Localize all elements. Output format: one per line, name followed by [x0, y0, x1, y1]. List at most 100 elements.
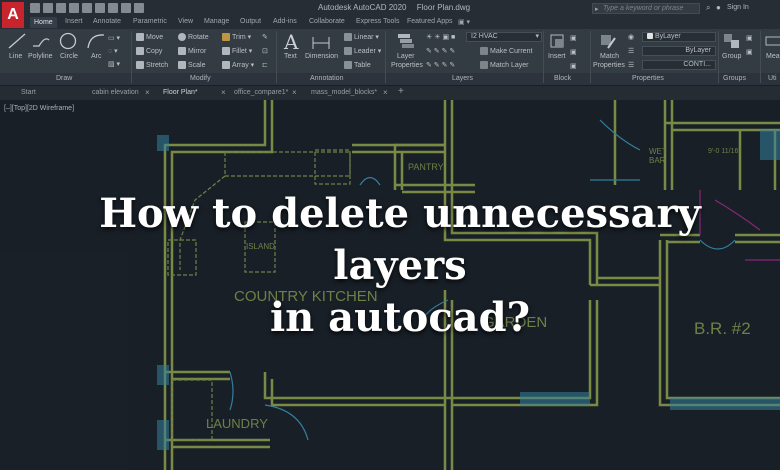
line-icon[interactable]	[7, 32, 27, 50]
tab-view[interactable]: View	[178, 18, 193, 25]
lineweight-icon[interactable]: ☰	[628, 61, 634, 69]
file-tab-mass-model[interactable]: mass_model_blocks*	[311, 89, 377, 96]
save-icon[interactable]	[56, 3, 66, 13]
lineweight-dropdown[interactable]: CONTI...	[642, 60, 716, 70]
tab-output[interactable]: Output	[240, 18, 261, 25]
file-tab-cabin-elevation[interactable]: cabin elevation	[92, 89, 139, 96]
layer-dropdown[interactable]: I2 HVAC ▾	[466, 32, 542, 42]
edit-block-icon[interactable]: ▣	[570, 48, 577, 56]
offset-icon[interactable]: ⊏	[262, 61, 268, 69]
explode-icon[interactable]: ⊡	[262, 47, 268, 55]
block-attr-icon[interactable]: ▣	[570, 62, 577, 70]
match-properties-label-2[interactable]: Properties	[593, 62, 625, 69]
dimension-icon[interactable]	[311, 33, 331, 51]
hatch-icon[interactable]: ◌ ▾	[108, 47, 118, 55]
fillet-button[interactable]: Fillet ▾	[222, 47, 252, 56]
linear-button[interactable]: Linear ▾	[344, 33, 379, 42]
trim-button[interactable]: Trim ▾	[222, 33, 251, 42]
move-button[interactable]: Move	[136, 33, 163, 41]
circle-icon[interactable]	[58, 32, 78, 50]
ribbon-options-icon[interactable]: ▣ ▾	[458, 18, 470, 26]
save-as-icon[interactable]	[69, 3, 79, 13]
stretch-button[interactable]: Stretch	[136, 61, 168, 69]
tab-parametric[interactable]: Parametric	[133, 18, 167, 25]
plot-icon[interactable]	[95, 3, 105, 13]
line-button[interactable]: Line	[9, 53, 22, 60]
file-tab-start[interactable]: Start	[21, 89, 36, 96]
file-tab-floor-plan[interactable]: Floor Plan*	[163, 89, 198, 96]
text-button[interactable]: Text	[284, 53, 297, 60]
arc-button[interactable]: Arc	[91, 53, 102, 60]
make-current-button[interactable]: Make Current	[480, 47, 532, 55]
insert-button[interactable]: Insert	[548, 53, 566, 60]
tab-express-tools[interactable]: Express Tools	[356, 18, 399, 25]
close-icon[interactable]: ×	[221, 88, 226, 97]
group-button[interactable]: Group	[722, 53, 741, 60]
group-edit-icon[interactable]: ▣	[746, 48, 753, 56]
new-icon[interactable]	[30, 3, 40, 13]
region-icon[interactable]: ▨ ▾	[108, 60, 120, 68]
close-icon[interactable]: ×	[145, 88, 150, 97]
ungroup-icon[interactable]: ▣	[746, 34, 753, 42]
layer-state-icons[interactable]: ☀ ☀ ▣ ■	[426, 33, 455, 41]
linetype-dropdown[interactable]: ByLayer	[642, 46, 716, 56]
erase-icon[interactable]: ✎	[262, 33, 268, 41]
new-tab-icon[interactable]: +	[398, 86, 404, 97]
layer-properties-label-2[interactable]: Properties	[391, 62, 423, 69]
circle-button[interactable]: Circle	[60, 53, 78, 60]
share-icon[interactable]	[134, 3, 144, 13]
layer-tools-row-1[interactable]: ✎ ✎ ✎ ✎	[426, 47, 455, 55]
table-button[interactable]: Table	[344, 61, 371, 69]
layer-properties-label-1[interactable]: Layer	[397, 53, 415, 60]
rotate-button[interactable]: Rotate	[178, 33, 209, 41]
tab-featured-apps[interactable]: Featured Apps	[407, 18, 453, 25]
close-icon[interactable]: ×	[292, 88, 297, 97]
group-icon[interactable]	[722, 32, 742, 50]
close-icon[interactable]: ×	[383, 88, 388, 97]
scale-button[interactable]: Scale	[178, 61, 206, 69]
color-wheel-icon[interactable]: ◉	[628, 33, 634, 41]
open-icon[interactable]	[43, 3, 53, 13]
layer-tools-row-2[interactable]: ✎ ✎ ✎ ✎	[426, 61, 455, 69]
sign-in-button[interactable]: Sign In	[727, 4, 749, 11]
text-icon[interactable]: A	[284, 30, 298, 54]
linetype-icon[interactable]: ☰	[628, 47, 634, 55]
measure-button[interactable]: Mea	[766, 53, 780, 60]
match-layer-button[interactable]: Match Layer	[480, 61, 529, 69]
layer-properties-icon[interactable]	[395, 32, 415, 50]
file-tab-office-compare[interactable]: office_compare1*	[234, 89, 288, 96]
dimension-button[interactable]: Dimension	[305, 53, 338, 60]
polyline-button[interactable]: Polyline	[28, 53, 53, 60]
binoculars-icon[interactable]: ⌕	[706, 3, 710, 13]
utilities-panel-title[interactable]: Uti	[768, 75, 777, 82]
tab-add-ins[interactable]: Add-ins	[273, 18, 297, 25]
array-button[interactable]: Array ▾	[222, 61, 254, 70]
match-properties-label-1[interactable]: Match	[600, 53, 619, 60]
polyline-icon[interactable]	[31, 32, 51, 50]
tab-manage[interactable]: Manage	[204, 18, 229, 25]
tab-home[interactable]: Home	[30, 17, 57, 28]
tab-insert[interactable]: Insert	[65, 18, 83, 25]
annotation-panel-title[interactable]: Annotation	[310, 75, 343, 82]
undo-icon[interactable]	[108, 3, 118, 13]
arc-icon[interactable]	[86, 32, 106, 50]
viewport-controls[interactable]: [–][Top][2D Wireframe]	[4, 105, 74, 112]
create-block-icon[interactable]: ▣	[570, 34, 577, 42]
mirror-button[interactable]: Mirror	[178, 47, 206, 55]
block-panel-title[interactable]: Block	[554, 75, 571, 82]
draw-panel-title[interactable]: Draw	[56, 75, 72, 82]
properties-panel-title[interactable]: Properties	[632, 75, 664, 82]
tab-collaborate[interactable]: Collaborate	[309, 18, 345, 25]
match-properties-icon[interactable]	[598, 32, 618, 50]
tab-annotate[interactable]: Annotate	[93, 18, 121, 25]
color-dropdown[interactable]: ByLayer	[642, 32, 716, 42]
draw-more-icons[interactable]: ▭ ▾	[108, 34, 120, 42]
search-input[interactable]: ▸ Type a keyword or phrase	[592, 3, 700, 14]
modify-panel-title[interactable]: Modify	[190, 75, 211, 82]
insert-block-icon[interactable]	[547, 32, 567, 50]
copy-button[interactable]: Copy	[136, 47, 162, 55]
web-icon[interactable]	[82, 3, 92, 13]
redo-icon[interactable]	[121, 3, 131, 13]
autocad-logo[interactable]: A	[2, 2, 24, 28]
layers-panel-title[interactable]: Layers	[452, 75, 473, 82]
